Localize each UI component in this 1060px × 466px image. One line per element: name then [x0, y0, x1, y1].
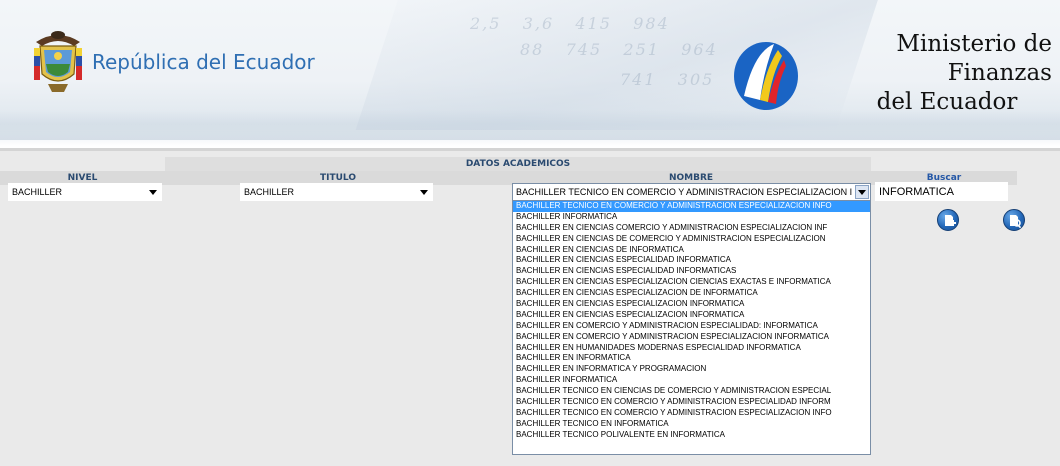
header-banner: 2,5 3,6 415 984 88 745 251 964 741 305 R…	[0, 0, 1060, 146]
nombre-dropdown-button[interactable]	[855, 185, 869, 199]
titulo-select-value: BACHILLER	[244, 187, 295, 197]
dropdown-option[interactable]: BACHILLER EN COMERCIO Y ADMINISTRACION E…	[513, 321, 870, 332]
dropdown-option[interactable]: BACHILLER INFORMATICA	[513, 212, 870, 223]
search-input[interactable]	[875, 182, 1008, 201]
dropdown-option[interactable]: BACHILLER TECNICO EN COMERCIO Y ADMINIST…	[513, 201, 870, 212]
titulo-select[interactable]: BACHILLER	[240, 183, 433, 201]
dropdown-option[interactable]: BACHILLER EN CIENCIAS DE COMERCIO Y ADMI…	[513, 234, 870, 245]
dropdown-option[interactable]: BACHILLER EN CIENCIAS ESPECIALIDAD INFOR…	[513, 266, 870, 277]
new-document-icon[interactable]	[937, 209, 959, 231]
dropdown-option[interactable]: BACHILLER EN HUMANIDADES MODERNAS ESPECI…	[513, 343, 870, 354]
republic-title: República del Ecuador	[92, 50, 315, 74]
chevron-down-icon	[858, 190, 866, 195]
dropdown-option[interactable]: BACHILLER EN CIENCIAS ESPECIALIZACION IN…	[513, 310, 870, 321]
ministry-title: Ministerio de Finanzas del Ecuador	[808, 30, 1060, 117]
banner-watermark: 741 305	[620, 70, 715, 89]
ministry-logo-icon	[730, 32, 800, 112]
dropdown-option[interactable]: BACHILLER EN COMERCIO Y ADMINISTRACION E…	[513, 332, 870, 343]
chevron-down-icon	[420, 190, 428, 195]
banner-watermark: 88 745 251 964	[520, 40, 718, 59]
dropdown-option[interactable]: BACHILLER EN CIENCIAS ESPECIALIZACION DE…	[513, 288, 870, 299]
dropdown-option[interactable]: BACHILLER EN CIENCIAS COMERCIO Y ADMINIS…	[513, 223, 870, 234]
section-title: DATOS ACADEMICOS	[165, 157, 871, 171]
ministry-title-line1: Ministerio de Finanzas	[896, 31, 1052, 86]
coat-of-arms-icon	[30, 26, 86, 96]
dropdown-option[interactable]: BACHILLER TECNICO POLIVALENTE EN INFORMA…	[513, 430, 870, 441]
dropdown-option[interactable]: BACHILLER INFORMATICA	[513, 375, 870, 386]
dropdown-option[interactable]: BACHILLER EN CIENCIAS ESPECIALIDAD INFOR…	[513, 255, 870, 266]
ministry-title-line2: del Ecuador	[876, 89, 1018, 115]
dropdown-option[interactable]: BACHILLER EN INFORMATICA Y PROGRAMACION	[513, 364, 870, 375]
dropdown-option[interactable]: BACHILLER TECNICO EN INFORMATICA	[513, 419, 870, 430]
search-document-icon[interactable]	[1003, 209, 1025, 231]
dropdown-option[interactable]: BACHILLER EN CIENCIAS DE INFORMATICA	[513, 245, 870, 256]
nombre-select[interactable]: BACHILLER TECNICO EN COMERCIO Y ADMINIST…	[512, 183, 871, 201]
dropdown-option[interactable]: BACHILLER TECNICO EN COMERCIO Y ADMINIST…	[513, 397, 870, 408]
nombre-select-value: BACHILLER TECNICO EN COMERCIO Y ADMINIST…	[516, 187, 853, 197]
dropdown-option[interactable]: BACHILLER TECNICO EN CIENCIAS DE COMERCI…	[513, 386, 870, 397]
chevron-down-icon	[149, 190, 157, 195]
banner-watermark: 2,5 3,6 415 984	[470, 14, 670, 33]
dropdown-option[interactable]: BACHILLER EN INFORMATICA	[513, 353, 870, 364]
nivel-select[interactable]: BACHILLER	[8, 183, 162, 201]
dropdown-option[interactable]: BACHILLER EN CIENCIAS ESPECIALIZACION IN…	[513, 299, 870, 310]
nivel-select-value: BACHILLER	[12, 187, 63, 197]
nombre-dropdown-list[interactable]: BACHILLER TECNICO EN COMERCIO Y ADMINIST…	[512, 200, 871, 455]
form-top-divider	[0, 148, 1060, 151]
dropdown-option[interactable]: BACHILLER EN CIENCIAS ESPECIALIZACION CI…	[513, 277, 870, 288]
dropdown-option[interactable]: BACHILLER TECNICO EN COMERCIO Y ADMINIST…	[513, 408, 870, 419]
